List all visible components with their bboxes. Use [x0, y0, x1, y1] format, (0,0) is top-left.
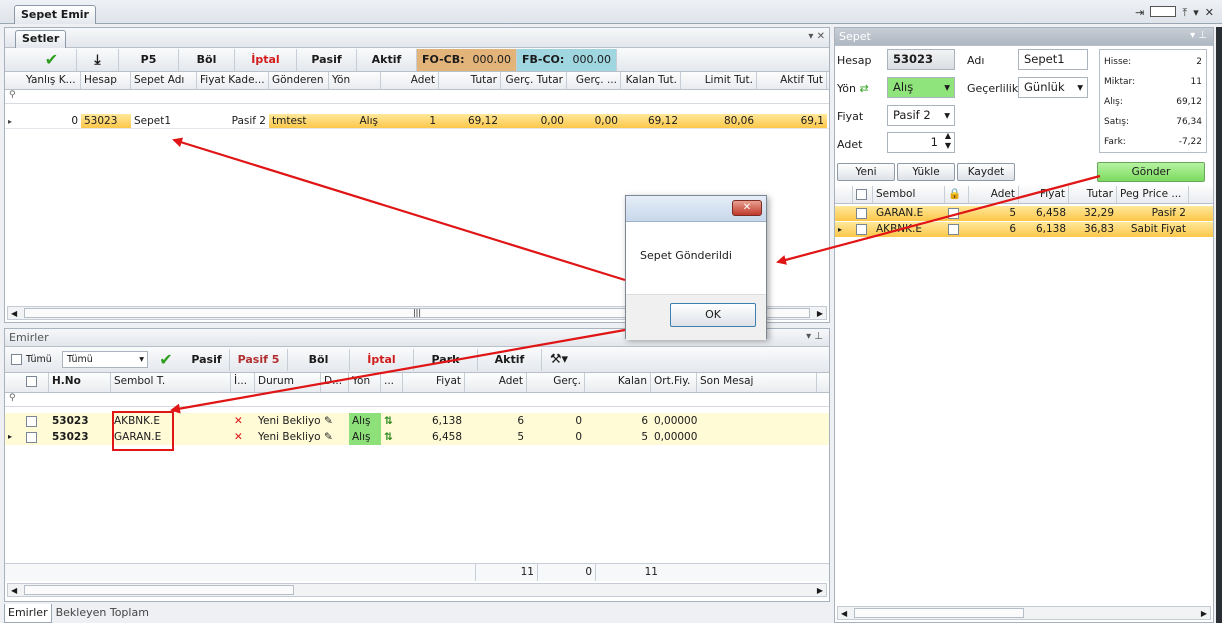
arrow-to-emirler	[170, 328, 626, 414]
arrow-to-setler	[172, 137, 626, 282]
arrow-to-dialog	[776, 174, 1101, 265]
annotation-arrows	[170, 137, 1101, 414]
